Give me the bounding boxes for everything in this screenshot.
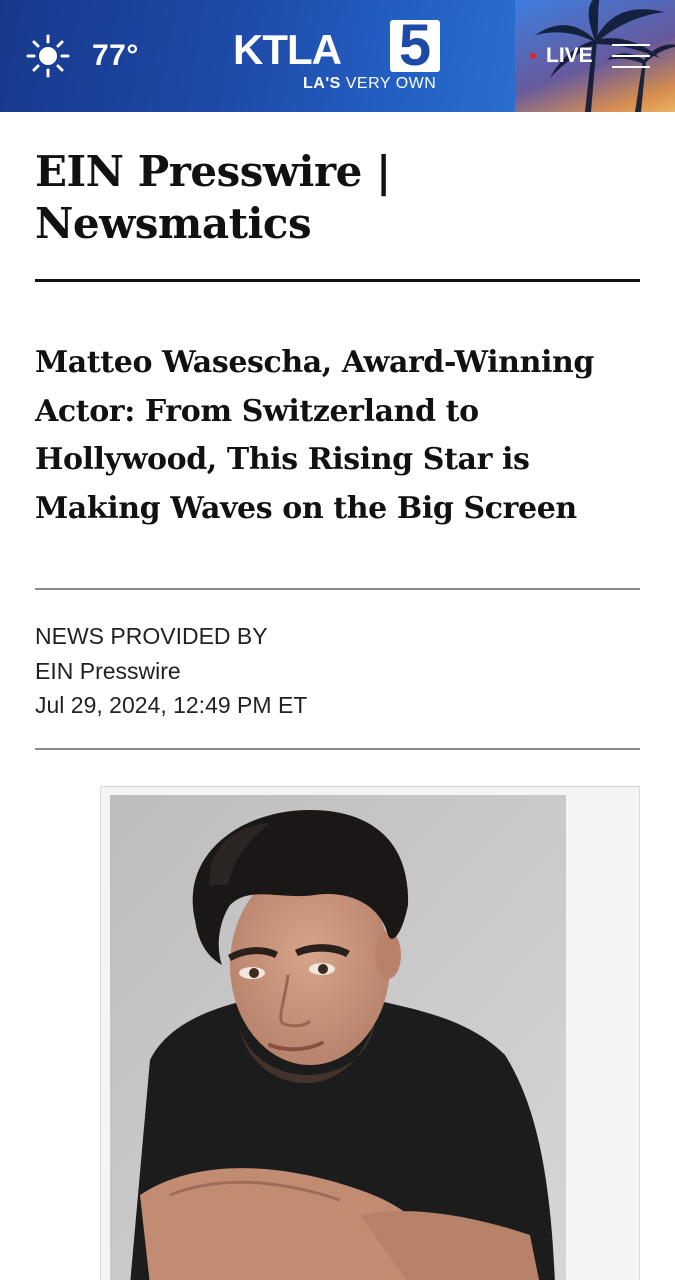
logo-channel-number-box: 5 xyxy=(390,16,440,76)
provider-name[interactable]: EIN Presswire xyxy=(35,654,307,689)
live-label: LIVE xyxy=(546,44,593,67)
live-button[interactable]: LIVE xyxy=(530,44,593,68)
article-photo xyxy=(110,795,566,1280)
ktla-logo[interactable]: KTLA 5 LA'S VERY OWN xyxy=(233,16,443,96)
logo-tagline-rest: VERY OWN xyxy=(340,75,437,92)
logo-tagline-bold: LA'S xyxy=(303,75,341,92)
hamburger-menu-icon[interactable] xyxy=(612,44,650,68)
source-title: EIN Presswire | Newsmatics xyxy=(35,147,391,248)
logo-wordmark: KTLA xyxy=(233,26,342,73)
site-header: 77° KTLA 5 LA'S VERY OWN LIVE xyxy=(0,0,675,112)
sun-icon xyxy=(26,34,70,78)
article-meta: NEWS PROVIDED BY EIN Presswire Jul 29, 2… xyxy=(35,619,307,723)
weather-widget[interactable]: 77° xyxy=(26,34,139,78)
meta-top-divider xyxy=(35,588,640,590)
meta-bottom-divider xyxy=(35,748,640,750)
publish-date: Jul 29, 2024, 12:49 PM ET xyxy=(35,692,308,718)
logo-tagline: LA'S VERY OWN xyxy=(303,75,436,93)
logo-channel-number: 5 xyxy=(398,13,432,78)
live-indicator-dot xyxy=(530,53,536,59)
provided-by-label: NEWS PROVIDED BY xyxy=(35,623,268,649)
article-headline: Matteo Wasescha, Award-Winning Actor: Fr… xyxy=(35,345,594,526)
section-divider xyxy=(35,279,640,282)
temperature: 77° xyxy=(92,39,139,72)
